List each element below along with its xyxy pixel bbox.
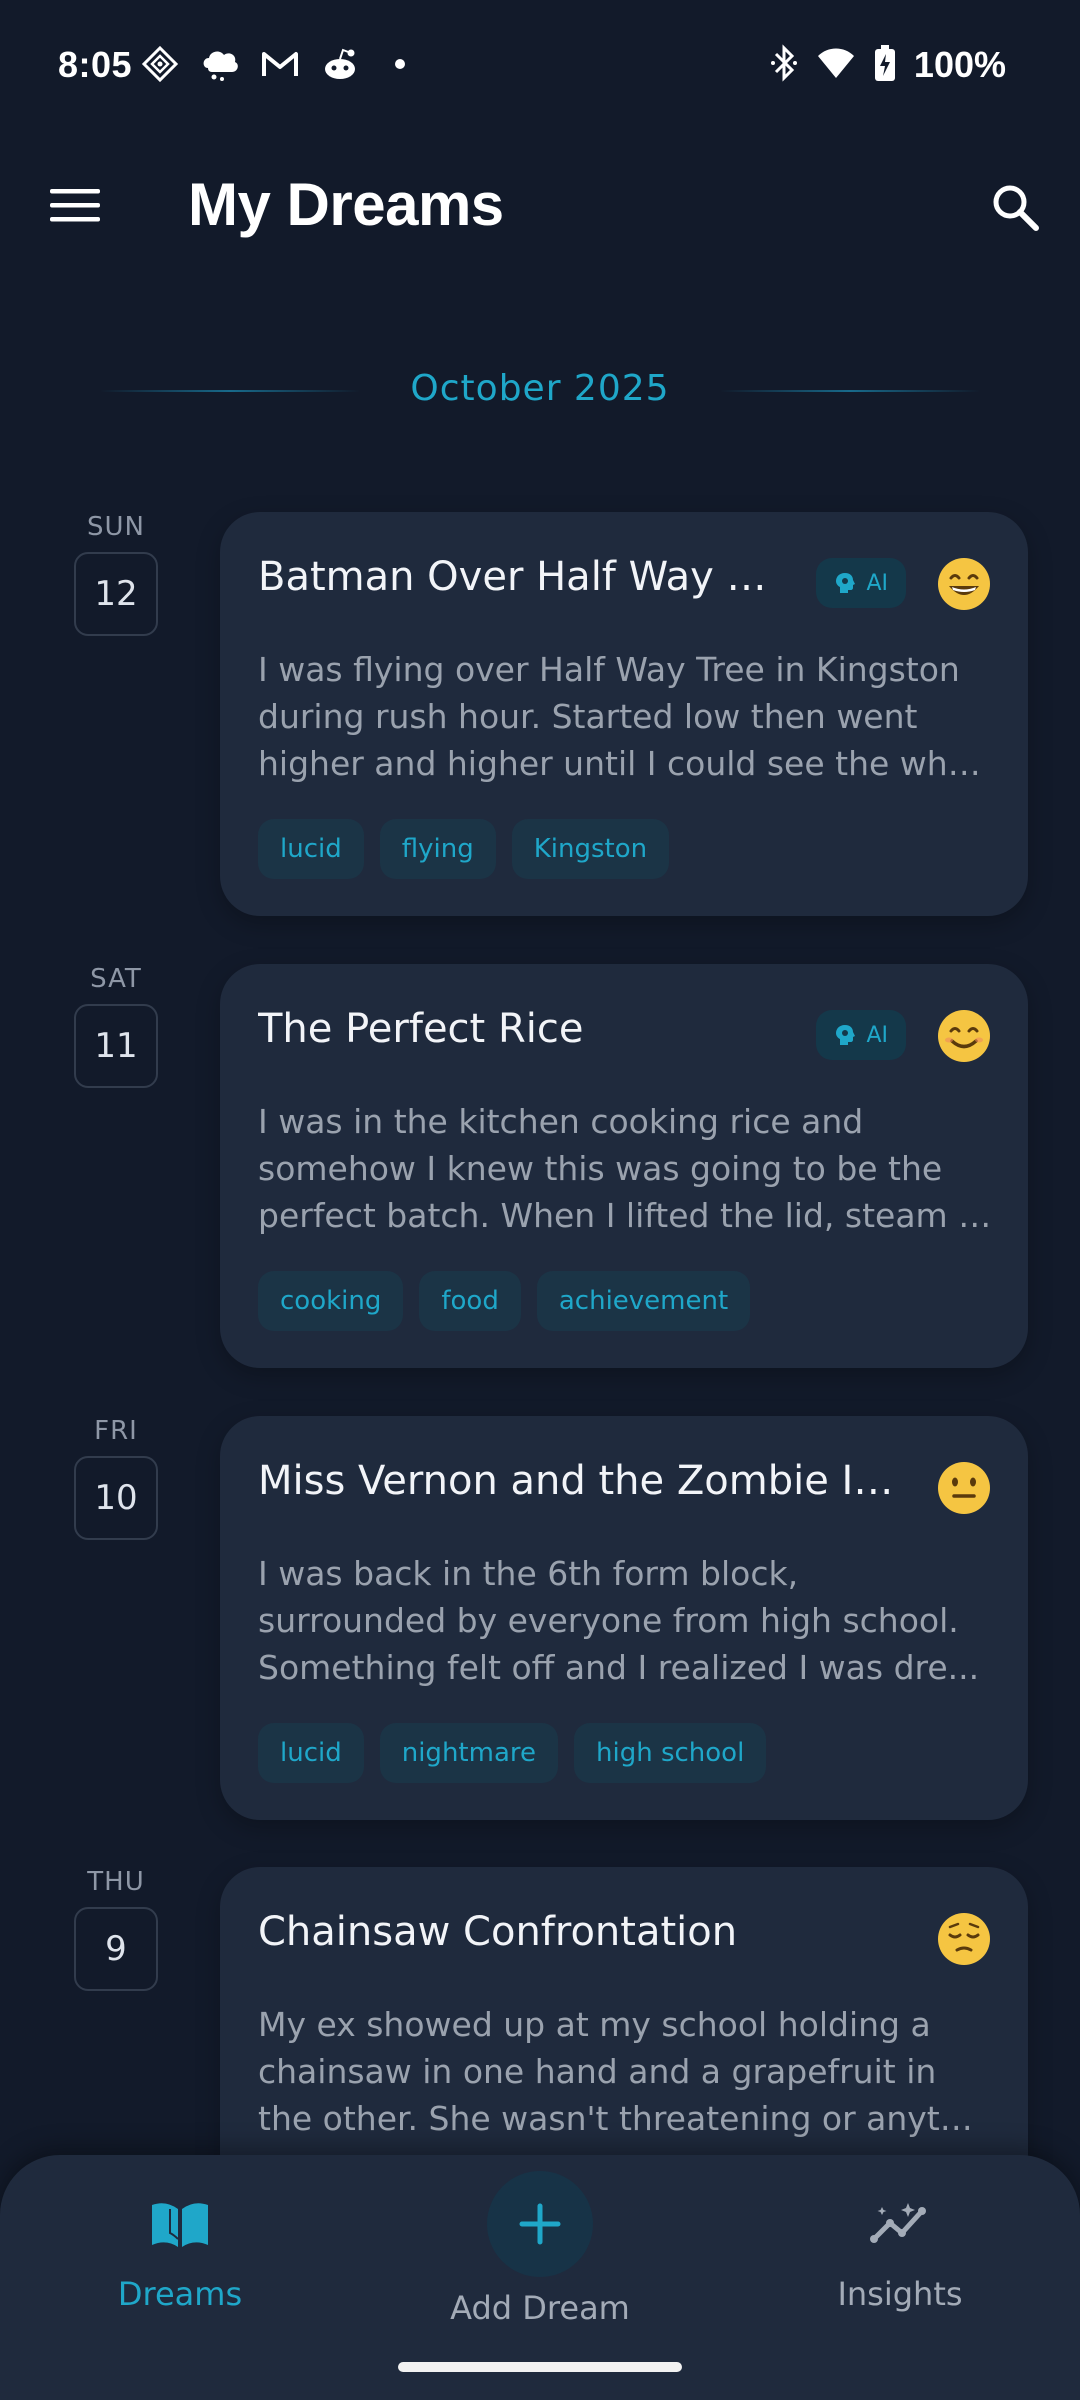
dream-title: Batman Over Half Way Tree — [258, 554, 778, 600]
excerpt-line: I was back in the 6th form block, — [258, 1554, 799, 1593]
open-book-icon — [30, 2185, 330, 2265]
tag-chip[interactable]: Kingston — [511, 819, 670, 879]
ai-label: AI — [866, 1022, 888, 1048]
excerpt-line: during rush hour. Started low then went — [258, 697, 918, 736]
date-column: SAT 11 — [74, 964, 158, 1088]
excerpt-line: perfect batch. When I lifted the lid, st… — [258, 1196, 993, 1235]
day-name: SAT — [90, 964, 142, 994]
ai-label: AI — [866, 570, 888, 596]
tag-chip[interactable]: food — [419, 1271, 521, 1331]
excerpt-line: somehow I knew this was going to be the — [258, 1149, 943, 1188]
search-icon — [993, 185, 1039, 231]
date-column: FRI 10 — [74, 1416, 158, 1540]
brain-icon — [836, 573, 856, 593]
nav-label: Dreams — [117, 2275, 243, 2313]
mail-icon — [260, 44, 300, 84]
dream-card[interactable]: Miss Vernon and the Zombie Inva... I was… — [220, 1416, 1028, 1820]
dream-title: The Perfect Rice — [258, 1006, 584, 1052]
search-button[interactable] — [982, 174, 1048, 240]
app-bar: My Dreams — [0, 150, 1080, 260]
day-number: 10 — [74, 1456, 158, 1540]
tag-chip[interactable]: achievement — [536, 1271, 751, 1331]
home-indicator[interactable] — [398, 2362, 682, 2372]
bluetooth-icon — [770, 44, 798, 86]
tag-list: lucid nightmare high school — [258, 1723, 767, 1783]
battery-charging-icon — [874, 44, 896, 86]
add-button[interactable] — [487, 2171, 593, 2277]
dream-excerpt: I was flying over Half Way Tree in Kings… — [258, 646, 993, 787]
hamburger-menu-icon — [50, 189, 100, 222]
reddit-icon — [320, 44, 360, 84]
dream-excerpt: My ex showed up at my school holding a c… — [258, 2001, 993, 2142]
day-name: FRI — [94, 1416, 138, 1446]
notification-icons — [140, 44, 420, 84]
system-icons: 100% — [770, 44, 1006, 86]
nav-add-dream[interactable]: Add Dream — [390, 2171, 690, 2327]
nav-insights[interactable]: Insights — [750, 2185, 1050, 2313]
page-title: My Dreams — [188, 171, 504, 238]
cloud-icon — [200, 44, 240, 84]
excerpt-line: I was flying over Half Way Tree in Kings… — [258, 650, 960, 689]
nav-label: Insights — [837, 2275, 963, 2313]
excerpt-line: chainsaw in one hand and a grapefruit in — [258, 2052, 937, 2091]
nav-label: Add Dream — [450, 2289, 630, 2327]
status-bar: 8:05 100% — [0, 0, 1080, 130]
battery-percent: 100% — [913, 44, 1006, 85]
month-label: October 2025 — [410, 368, 670, 409]
tag-chip[interactable]: cooking — [258, 1271, 404, 1331]
excerpt-line: I was in the kitchen cooking rice and — [258, 1102, 864, 1141]
date-column: SUN 12 — [74, 512, 158, 636]
divider — [720, 390, 980, 392]
month-header: October 2025 — [0, 360, 1080, 420]
tag-list: cooking food achievement — [258, 1271, 751, 1331]
tag-chip[interactable]: flying — [379, 819, 496, 879]
day-name: THU — [87, 1867, 145, 1897]
excerpt-line: higher and higher until I could see the … — [258, 744, 993, 783]
dream-excerpt: I was in the kitchen cooking rice and so… — [258, 1098, 993, 1239]
insights-icon — [750, 2185, 1050, 2265]
day-number: 11 — [74, 1004, 158, 1088]
ai-badge: AI — [816, 558, 906, 608]
dream-title: Miss Vernon and the Zombie Inva... — [258, 1458, 918, 1504]
status-time: 8:05 — [58, 44, 133, 85]
pensive-face-icon — [936, 1911, 992, 1967]
tag-chip[interactable]: lucid — [258, 819, 364, 879]
tag-list: lucid flying Kingston — [258, 819, 670, 879]
plus-icon — [519, 2203, 561, 2245]
excerpt-line: My ex showed up at my school holding a — [258, 2005, 931, 2044]
smiling-face-icon — [936, 1008, 992, 1064]
ai-badge: AI — [816, 1010, 906, 1060]
tag-chip[interactable]: nightmare — [379, 1723, 558, 1783]
nav-dreams[interactable]: Dreams — [30, 2185, 330, 2313]
tag-chip[interactable]: lucid — [258, 1723, 364, 1783]
dream-excerpt: I was back in the 6th form block, surrou… — [258, 1550, 993, 1691]
excerpt-line: the other. She wasn't threatening or any… — [258, 2099, 993, 2138]
date-column: THU 9 — [74, 1867, 158, 1991]
tag-chip[interactable]: high school — [574, 1723, 767, 1783]
neutral-face-icon — [936, 1460, 992, 1516]
day-name: SUN — [87, 512, 145, 542]
dream-title: Chainsaw Confrontation — [258, 1909, 738, 1955]
dream-card[interactable]: The Perfect Rice AI I was in the kitchen… — [220, 964, 1028, 1368]
game-icon — [140, 44, 180, 84]
grinning-face-icon — [936, 556, 992, 612]
excerpt-line: Something felt off and I realized I was … — [258, 1648, 980, 1687]
day-number: 9 — [74, 1907, 158, 1991]
day-number: 12 — [74, 552, 158, 636]
menu-button[interactable] — [40, 175, 110, 235]
brain-icon — [836, 1025, 856, 1045]
dream-card[interactable]: Batman Over Half Way Tree AI I was flyin… — [220, 512, 1028, 916]
dot-icon — [380, 44, 420, 84]
wifi-icon — [816, 46, 856, 84]
excerpt-line: surrounded by everyone from high school. — [258, 1601, 959, 1640]
